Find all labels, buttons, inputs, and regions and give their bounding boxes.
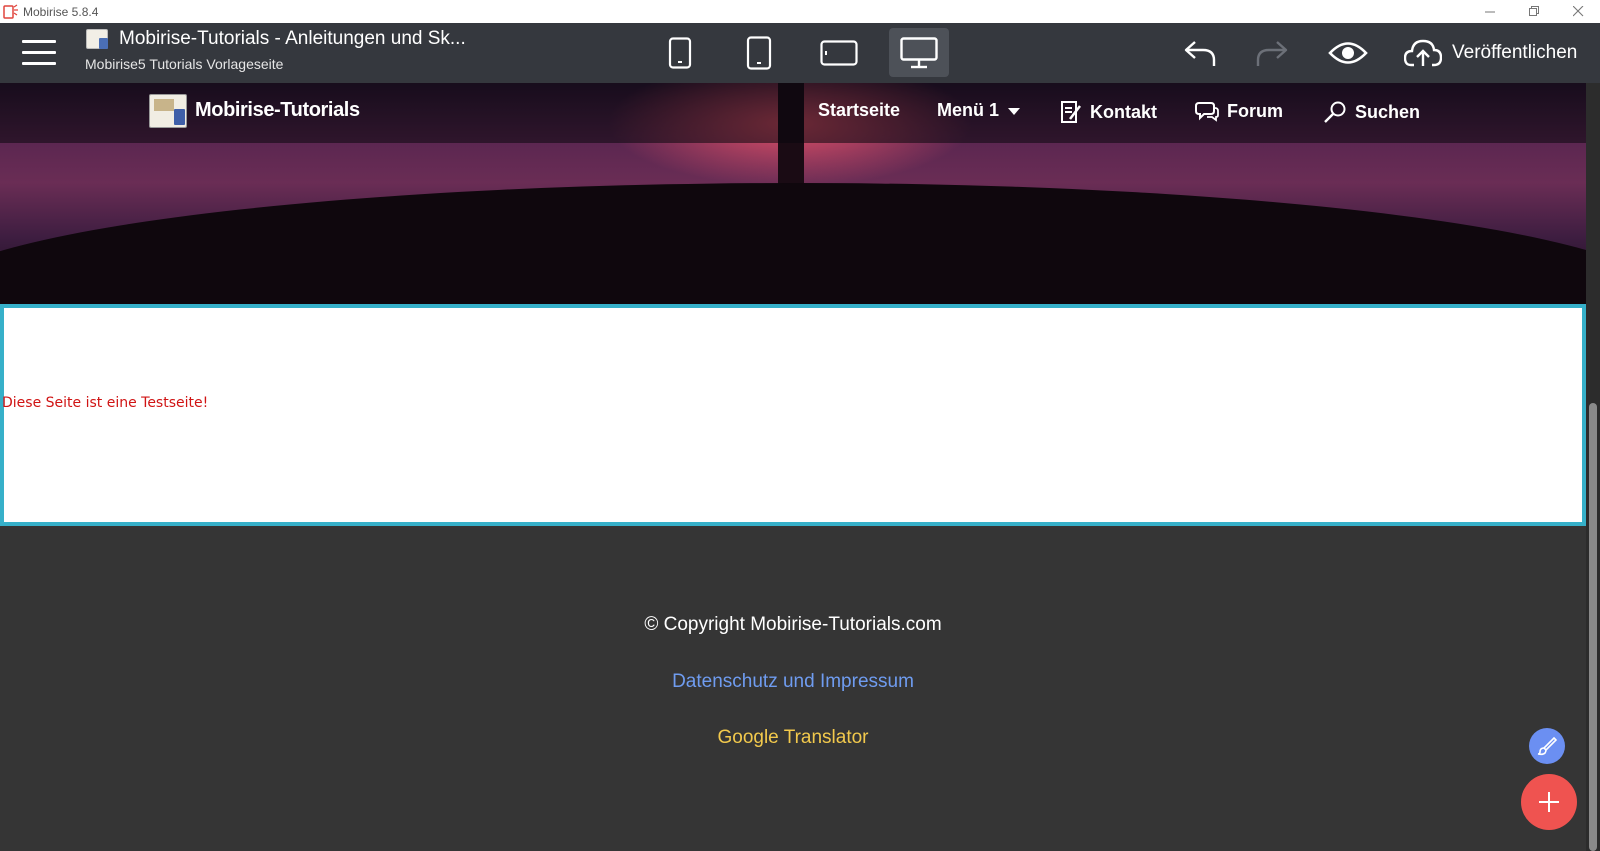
phone-icon (746, 35, 772, 70)
brand-name[interactable]: Mobirise-Tutorials (195, 99, 360, 122)
device-phone-small-button[interactable] (650, 28, 710, 77)
plus-icon (1539, 792, 1559, 812)
minimize-button[interactable] (1468, 0, 1512, 23)
phone-small-icon (668, 36, 692, 69)
test-page-notice[interactable]: Diese Seite ist eine Testseite! (2, 395, 208, 411)
device-phone-button[interactable] (729, 28, 789, 77)
brush-icon (1537, 736, 1557, 756)
minimize-icon (1484, 11, 1495, 13)
footer-copyright: © Copyright Mobirise-Tutorials.com (644, 614, 942, 635)
nav-item-kontakt[interactable]: Kontakt (1060, 100, 1157, 124)
nav-label: Kontakt (1090, 101, 1157, 122)
desktop-icon (900, 36, 938, 68)
publish-button[interactable]: Veröffentlichen (1404, 33, 1577, 73)
menu-icon[interactable] (22, 40, 56, 66)
scrollbar-thumb[interactable] (1589, 403, 1597, 851)
chat-icon (1195, 102, 1219, 122)
undo-icon (1184, 41, 1216, 66)
nav-item-suchen[interactable]: Suchen (1323, 100, 1420, 124)
device-tablet-button[interactable] (809, 28, 869, 77)
edit-form-icon (1061, 101, 1081, 123)
nav-item-forum[interactable]: Forum (1195, 100, 1283, 122)
privacy-imprint-link[interactable]: Datenschutz und Impressum (0, 671, 1586, 693)
selected-content-block[interactable]: Diese Seite ist eine Testseite! (0, 304, 1586, 526)
site-navbar[interactable]: Mobirise-Tutorials Startseite Menü 1 Kon… (0, 83, 1586, 143)
project-icon (86, 29, 108, 49)
mobirise-app-icon (3, 4, 19, 20)
close-icon (1572, 6, 1583, 17)
restore-icon (1528, 6, 1539, 16)
redo-icon (1256, 41, 1288, 66)
google-translator-link[interactable]: Google Translator (0, 727, 1586, 749)
window-titlebar: Mobirise 5.8.4 (0, 0, 1600, 23)
nav-item-startseite[interactable]: Startseite (818, 100, 900, 121)
brand-logo[interactable] (149, 94, 187, 128)
cloud-upload-icon (1404, 39, 1442, 67)
project-title[interactable]: Mobirise-Tutorials - Anleitungen und Sk.… (119, 28, 466, 50)
close-button[interactable] (1556, 0, 1600, 23)
edit-styles-button[interactable] (1529, 728, 1565, 764)
tablet-landscape-icon (820, 39, 858, 66)
redo-button[interactable] (1252, 33, 1292, 73)
nav-label: Menü 1 (937, 100, 1000, 120)
canvas-scrollbar[interactable] (1586, 83, 1600, 851)
nav-label: Suchen (1355, 101, 1421, 122)
app-toolbar: Mobirise-Tutorials - Anleitungen und Sk.… (0, 23, 1600, 83)
site-footer: © Copyright Mobirise-Tutorials.com Daten… (0, 526, 1586, 851)
device-desktop-button[interactable] (889, 28, 949, 77)
restore-button[interactable] (1512, 0, 1556, 23)
preview-eye-icon (1328, 42, 1368, 64)
window-title: Mobirise 5.8.4 (23, 4, 99, 19)
nav-item-menu1[interactable]: Menü 1 (937, 100, 1029, 121)
search-icon (1324, 101, 1346, 123)
nav-label: Startseite (818, 100, 901, 120)
project-subtitle[interactable]: Mobirise5 Tutorials Vorlageseite (85, 56, 283, 72)
nav-label: Forum (1227, 100, 1283, 121)
preview-button[interactable] (1326, 33, 1370, 73)
page-canvas: Mobirise-Tutorials Startseite Menü 1 Kon… (0, 83, 1586, 851)
publish-label: Veröffentlichen (1452, 42, 1578, 63)
caret-down-icon (1008, 107, 1021, 115)
add-block-button[interactable] (1521, 774, 1577, 830)
undo-button[interactable] (1180, 33, 1220, 73)
